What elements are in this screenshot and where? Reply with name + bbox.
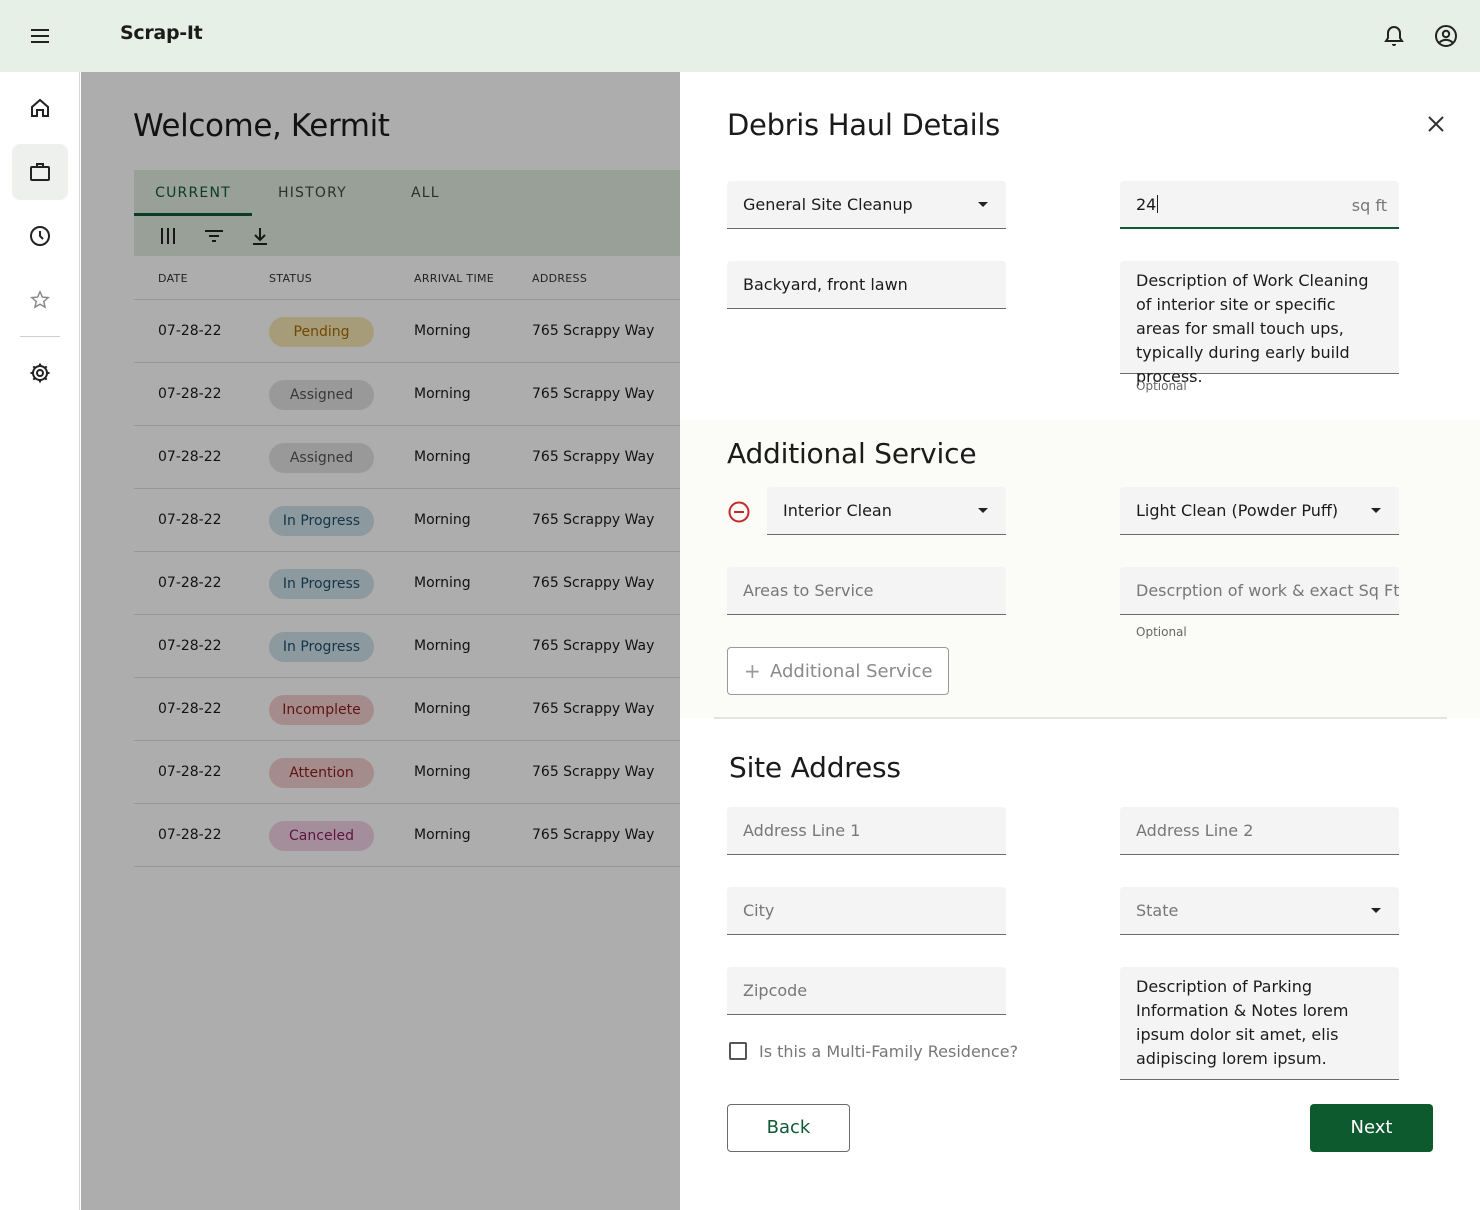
address-line2-placeholder: Address Line 2 [1136, 821, 1254, 840]
zipcode-placeholder: Zipcode [743, 981, 808, 1000]
nav-favorites[interactable] [12, 272, 68, 328]
text-cursor [1157, 195, 1159, 213]
bell-icon[interactable] [1382, 24, 1406, 48]
areas-value: Backyard, front lawn [743, 275, 908, 294]
state-placeholder: State [1136, 901, 1179, 920]
clean-level-select[interactable]: Light Clean (Powder Puff) [1120, 487, 1399, 535]
multi-family-checkbox[interactable] [729, 1042, 747, 1060]
service-type-select[interactable]: General Site Cleanup [727, 181, 1006, 229]
caret-down-icon [978, 508, 988, 513]
caret-down-icon [1371, 908, 1381, 913]
clock-icon [30, 226, 50, 246]
nav-jobs[interactable] [12, 144, 68, 200]
modal-scrim[interactable] [81, 72, 680, 1210]
sq-ft-suffix: sq ft [1351, 196, 1387, 215]
close-icon[interactable] [1424, 112, 1448, 136]
site-address-heading: Site Address [729, 751, 901, 784]
additional-service-value: Interior Clean [783, 501, 892, 520]
city-input[interactable]: City [727, 887, 1006, 935]
areas-to-service-input[interactable]: Areas to Service [727, 567, 1006, 615]
app-title: Scrap-It [120, 22, 203, 44]
description-value: Description of Work Cleaning of interior… [1136, 271, 1369, 386]
caret-down-icon [1371, 508, 1381, 513]
city-placeholder: City [743, 901, 775, 920]
address-line1-input[interactable]: Address Line 1 [727, 807, 1006, 855]
nav-history[interactable] [12, 208, 68, 264]
home-icon [31, 98, 49, 117]
description-textarea[interactable]: Description of Work Cleaning of interior… [1120, 261, 1399, 386]
areas-input[interactable]: Backyard, front lawn [727, 261, 1006, 309]
address-line2-input[interactable]: Address Line 2 [1120, 807, 1399, 855]
debris-haul-drawer: Debris Haul Details General Site Cleanup… [680, 72, 1480, 1210]
additional-service-select[interactable]: Interior Clean [767, 487, 1006, 535]
drawer-title: Debris Haul Details [727, 108, 1000, 142]
state-select[interactable]: State [1120, 887, 1399, 935]
parking-notes-value: Description of Parking Information & Not… [1136, 977, 1349, 1068]
add-additional-service-button[interactable]: + Additional Service [727, 647, 949, 695]
parking-notes-textarea[interactable]: Description of Parking Information & Not… [1120, 967, 1399, 1080]
nav-home[interactable] [12, 80, 68, 136]
zipcode-input[interactable]: Zipcode [727, 967, 1006, 1015]
service-type-value: General Site Cleanup [743, 195, 913, 214]
work-description-input[interactable]: Descrption of work & exact Sq Ft [1120, 567, 1399, 615]
areas-to-service-placeholder: Areas to Service [743, 581, 874, 600]
multi-family-label: Is this a Multi-Family Residence? [759, 1042, 1019, 1061]
description-helper: Optional [1136, 379, 1187, 393]
back-button[interactable]: Back [727, 1104, 850, 1152]
section-divider [714, 717, 1447, 719]
menu-icon[interactable] [28, 24, 52, 48]
rail-divider [20, 336, 60, 337]
work-description-helper: Optional [1136, 625, 1187, 639]
account-icon[interactable] [1434, 24, 1458, 48]
remove-circle-icon[interactable] [727, 500, 751, 524]
next-button[interactable]: Next [1310, 1104, 1433, 1152]
sq-ft-input[interactable]: 24 sq ft [1120, 181, 1399, 229]
additional-service-heading: Additional Service [727, 437, 977, 470]
briefcase-icon [30, 163, 50, 181]
app-bar: Scrap-It [0, 0, 1480, 72]
nav-settings[interactable] [12, 345, 68, 401]
caret-down-icon [978, 202, 988, 207]
gear-icon [30, 363, 50, 383]
clean-level-value: Light Clean (Powder Puff) [1136, 501, 1339, 520]
sq-ft-value: 24 [1136, 195, 1157, 214]
work-description-placeholder: Descrption of work & exact Sq Ft [1136, 581, 1399, 600]
address-line1-placeholder: Address Line 1 [743, 821, 861, 840]
star-icon [30, 289, 50, 309]
nav-rail [0, 72, 80, 1210]
plus-icon: + [744, 659, 761, 683]
add-additional-service-label: Additional Service [770, 661, 933, 682]
